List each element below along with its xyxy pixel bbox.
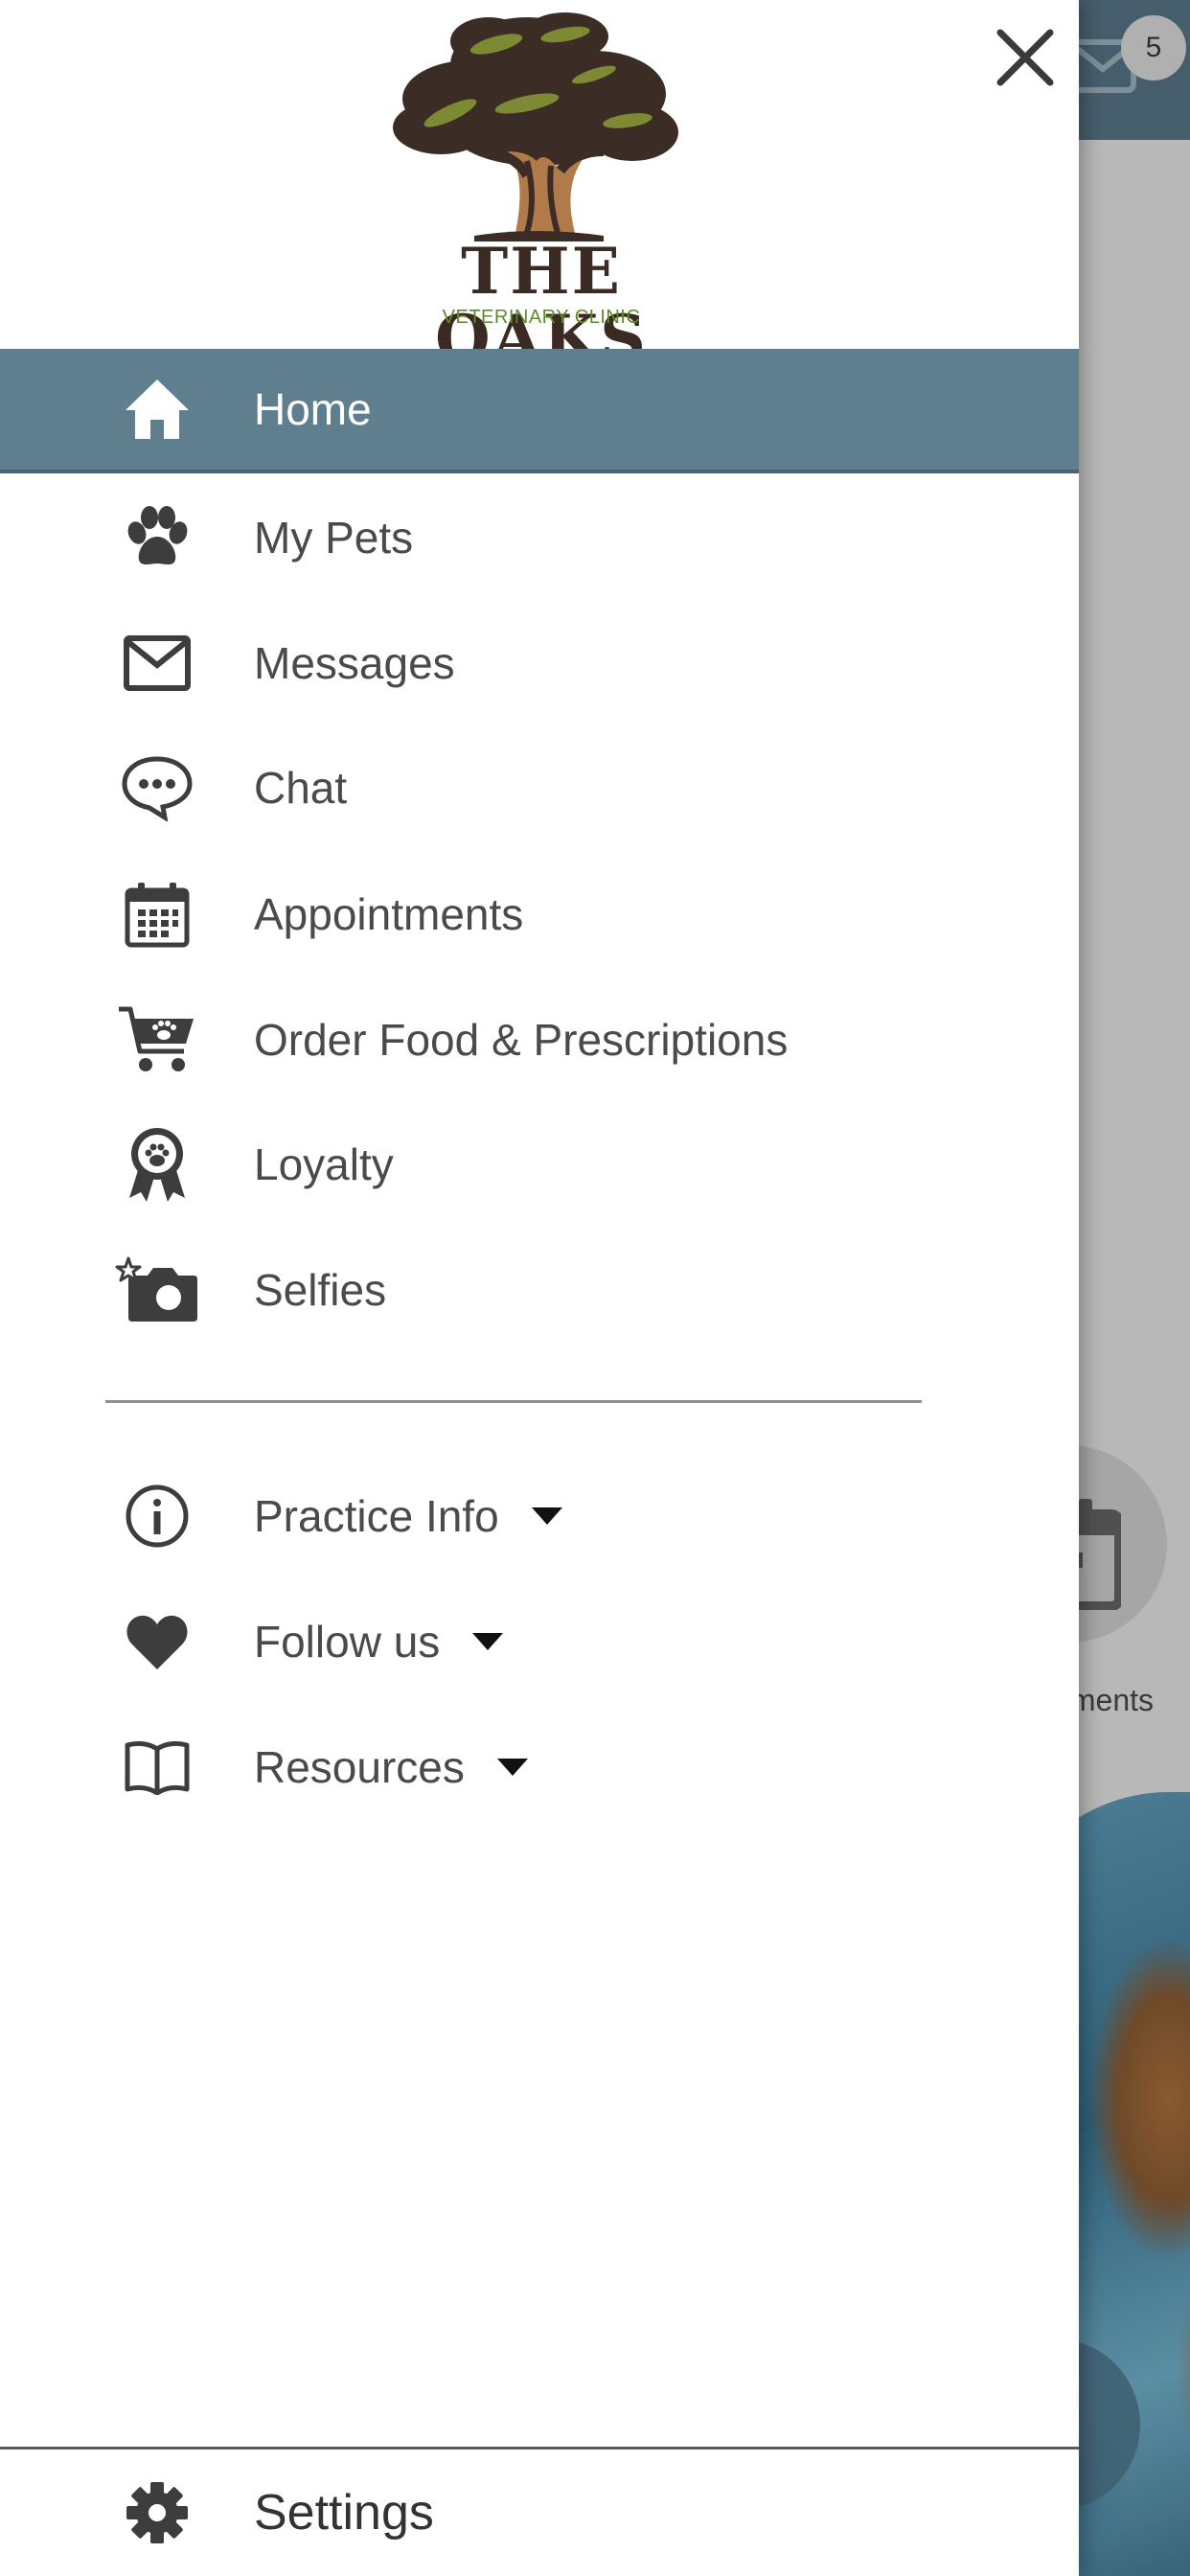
- nav-item-my-pets[interactable]: My Pets: [0, 475, 1079, 600]
- camera-star-icon: [113, 1246, 201, 1334]
- paw-icon: [113, 494, 201, 582]
- nav-item-label: Messages: [254, 638, 455, 688]
- nav-item-chat[interactable]: Chat: [0, 725, 1079, 850]
- menu-divider: [105, 1400, 922, 1403]
- nav-item-label: Practice Info: [254, 1491, 499, 1541]
- nav-item-label: Resources: [254, 1742, 465, 1792]
- nav-item-label-row: Resources: [254, 1741, 528, 1793]
- nav-item-practice-info[interactable]: Practice Info: [0, 1454, 1079, 1578]
- nav-item-label: Follow us: [254, 1617, 441, 1667]
- nav-item-label: Home: [254, 384, 372, 434]
- nav-item-label-row: Practice Info: [254, 1490, 562, 1542]
- nav-item-label: Selfies: [254, 1265, 387, 1315]
- info-icon: [113, 1472, 201, 1560]
- award-ribbon-icon: [113, 1120, 201, 1208]
- navigation-drawer: THE OAKS VETERINARY CLINIC Home My Pets …: [0, 0, 1079, 2576]
- nav-item-loyalty[interactable]: Loyalty: [0, 1102, 1079, 1227]
- heart-icon: [113, 1598, 201, 1686]
- book-icon: [113, 1723, 201, 1811]
- mail-count-badge: 5: [1121, 15, 1186, 80]
- nav-item-selfies[interactable]: Selfies: [0, 1228, 1079, 1352]
- close-icon: [996, 29, 1054, 86]
- nav-item-order-food[interactable]: Order Food & Prescriptions: [0, 978, 1079, 1102]
- envelope-icon: [113, 619, 201, 707]
- chat-bubble-icon: [113, 744, 201, 832]
- nav-item-label: Loyalty: [254, 1139, 394, 1189]
- expand-caret-icon[interactable]: [472, 1632, 504, 1650]
- nav-item-label-row: Follow us: [254, 1616, 504, 1668]
- nav-item-appointments[interactable]: Appointments: [0, 852, 1079, 977]
- cart-paw-icon: [113, 996, 201, 1084]
- nav-item-resources[interactable]: Resources: [0, 1705, 1079, 1829]
- close-button[interactable]: [987, 19, 1064, 96]
- nav-item-home[interactable]: Home: [0, 349, 1079, 473]
- home-icon: [113, 365, 201, 453]
- expand-caret-icon[interactable]: [496, 1758, 528, 1776]
- nav-item-label: Settings: [254, 2485, 434, 2541]
- nav-item-messages[interactable]: Messages: [0, 601, 1079, 725]
- expand-caret-icon[interactable]: [531, 1506, 562, 1525]
- nav-item-label: My Pets: [254, 513, 414, 563]
- calendar-icon: [113, 870, 201, 958]
- nav-item-label: Chat: [254, 763, 348, 813]
- logo-subtitle: VETERINARY CLINIC: [442, 307, 641, 328]
- nav-item-label: Appointments: [254, 889, 524, 939]
- nav-item-settings[interactable]: Settings: [0, 2450, 1079, 2576]
- nav-item-label: Order Food & Prescriptions: [254, 1015, 789, 1065]
- gear-icon: [113, 2469, 201, 2557]
- nav-item-follow-us[interactable]: Follow us: [0, 1579, 1079, 1704]
